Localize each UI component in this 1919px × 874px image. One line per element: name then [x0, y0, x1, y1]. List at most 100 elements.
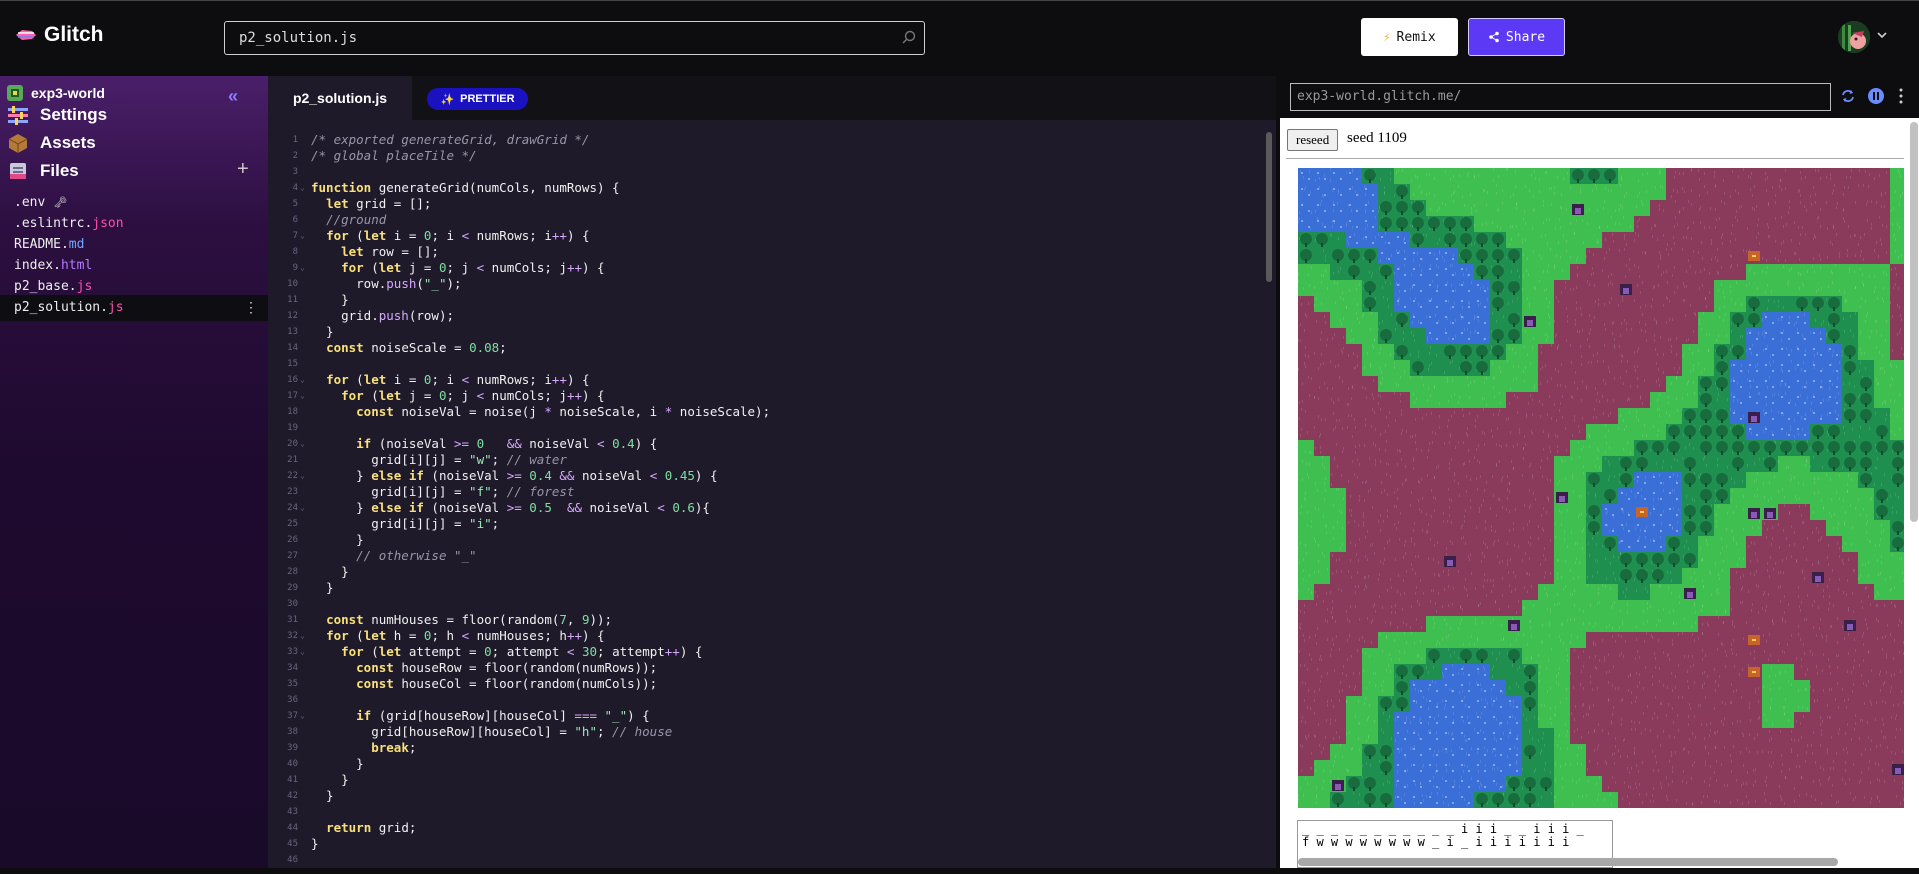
- fold-marker[interactable]: [300, 212, 311, 228]
- line-number: 11: [287, 295, 298, 305]
- code-token: <: [657, 500, 665, 515]
- chevron-down-icon[interactable]: [1876, 29, 1888, 41]
- fold-marker[interactable]: [300, 244, 311, 260]
- remix-button[interactable]: ⚡ Remix: [1361, 18, 1458, 56]
- code-token: }: [311, 292, 349, 307]
- code-token: ) {: [627, 708, 650, 723]
- file-options-button[interactable]: ⋮: [244, 295, 258, 321]
- fold-marker[interactable]: [300, 724, 311, 740]
- fold-marker[interactable]: [300, 756, 311, 772]
- preview-pane: exp3-world.glitch.me/ reseed seed 1109 _…: [1280, 76, 1919, 868]
- code-text: if (grid[houseRow][houseCol] === "_") {: [311, 708, 650, 724]
- fold-marker[interactable]: [300, 820, 311, 836]
- fold-marker[interactable]: [300, 660, 311, 676]
- fold-marker[interactable]: [300, 788, 311, 804]
- fold-marker[interactable]: [300, 596, 311, 612]
- refresh-icon[interactable]: [1839, 87, 1857, 105]
- fold-marker[interactable]: [300, 276, 311, 292]
- fold-marker[interactable]: [300, 356, 311, 372]
- fold-marker[interactable]: [300, 164, 311, 180]
- fold-marker[interactable]: [300, 772, 311, 788]
- preview-horizontal-scrollbar[interactable]: [1298, 858, 1838, 866]
- code-token: "w": [469, 452, 492, 467]
- add-file-button[interactable]: +: [237, 158, 249, 181]
- fold-marker[interactable]: ⌄: [300, 436, 311, 452]
- code-token: <: [461, 628, 470, 643]
- fold-marker[interactable]: [300, 292, 311, 308]
- fold-marker[interactable]: [300, 324, 311, 340]
- fold-marker[interactable]: [300, 532, 311, 548]
- code-line: 23 grid[i][j] = "f"; // forest: [268, 484, 1258, 500]
- fold-marker[interactable]: [300, 692, 311, 708]
- fold-marker[interactable]: [300, 612, 311, 628]
- fold-marker[interactable]: ⌄: [300, 180, 311, 196]
- fold-marker[interactable]: [300, 852, 311, 862]
- fold-marker[interactable]: ⌄: [300, 468, 311, 484]
- fold-marker[interactable]: [300, 196, 311, 212]
- preview-url-field[interactable]: exp3-world.glitch.me/: [1290, 83, 1831, 111]
- fold-marker[interactable]: [300, 564, 311, 580]
- fold-marker[interactable]: [300, 676, 311, 692]
- code-area[interactable]: 1 /* exported generateGrid, drawGrid */ 2 /…: [268, 132, 1258, 862]
- fold-marker[interactable]: [300, 340, 311, 356]
- preview-scrollbar[interactable]: [1910, 122, 1918, 522]
- project-name[interactable]: exp3-world: [7, 85, 105, 101]
- fold-marker[interactable]: [300, 836, 311, 852]
- fold-marker[interactable]: [300, 404, 311, 420]
- code-token: ;: [596, 724, 613, 739]
- code-token: let: [326, 196, 349, 211]
- fold-marker[interactable]: ⌄: [300, 644, 311, 660]
- editor-tab-bar: p2_solution.js ✨ PRETTIER: [268, 76, 1276, 120]
- pause-icon[interactable]: [1867, 87, 1885, 105]
- code-token: ; j: [446, 260, 477, 275]
- more-options-icon[interactable]: [1892, 87, 1910, 105]
- code-line: 39 break;: [268, 740, 1258, 756]
- fold-marker[interactable]: [300, 484, 311, 500]
- tab-p2-solution[interactable]: p2_solution.js: [268, 76, 412, 120]
- fold-marker[interactable]: [300, 580, 311, 596]
- fold-marker[interactable]: [300, 516, 311, 532]
- fold-marker[interactable]: ⌄: [300, 388, 311, 404]
- fold-marker[interactable]: [300, 308, 311, 324]
- fold-marker[interactable]: ⌄: [300, 228, 311, 244]
- code-token: 9: [581, 612, 590, 627]
- search-input[interactable]: [225, 22, 924, 54]
- user-avatar[interactable]: [1838, 21, 1870, 53]
- line-number: 46: [287, 855, 298, 862]
- code-token: j =: [401, 260, 439, 275]
- glitch-logo[interactable]: Glitch: [14, 23, 104, 47]
- nav-files[interactable]: Files: [6, 159, 79, 183]
- code-line: 29 }: [268, 580, 1258, 596]
- fold-marker[interactable]: ⌄: [300, 628, 311, 644]
- fold-marker[interactable]: [300, 804, 311, 820]
- fold-marker[interactable]: [300, 452, 311, 468]
- fold-marker[interactable]: ⌄: [300, 372, 311, 388]
- file-item-p2-solution[interactable]: p2_solution.js ⋮: [0, 295, 268, 321]
- fold-marker[interactable]: ⌄: [300, 260, 311, 276]
- search-box[interactable]: [224, 21, 925, 55]
- reseed-button[interactable]: reseed: [1287, 129, 1339, 151]
- editor-scrollbar[interactable]: [1266, 132, 1272, 282]
- fold-marker[interactable]: [300, 548, 311, 564]
- code-text: grid[i][j] = "i";: [311, 516, 499, 532]
- nav-settings[interactable]: Settings: [6, 103, 107, 127]
- search-icon[interactable]: [900, 29, 918, 47]
- fold-marker[interactable]: [300, 420, 311, 436]
- share-button[interactable]: Share: [1468, 18, 1565, 56]
- nav-assets[interactable]: Assets: [6, 131, 96, 155]
- fold-marker[interactable]: [300, 740, 311, 756]
- fold-marker[interactable]: ⌄: [300, 500, 311, 516]
- world-map-canvas[interactable]: [1298, 168, 1904, 808]
- code-token: grid[i][j] =: [311, 452, 470, 467]
- code-line: 16 ⌄ for (let i = 0; i < numRows; i++) {: [268, 372, 1258, 388]
- fold-marker[interactable]: [300, 132, 311, 148]
- prettier-button[interactable]: ✨ PRETTIER: [427, 88, 528, 110]
- fold-marker[interactable]: [300, 148, 311, 164]
- fold-marker[interactable]: ⌄: [300, 708, 311, 724]
- collapse-sidebar-button[interactable]: «: [228, 86, 238, 107]
